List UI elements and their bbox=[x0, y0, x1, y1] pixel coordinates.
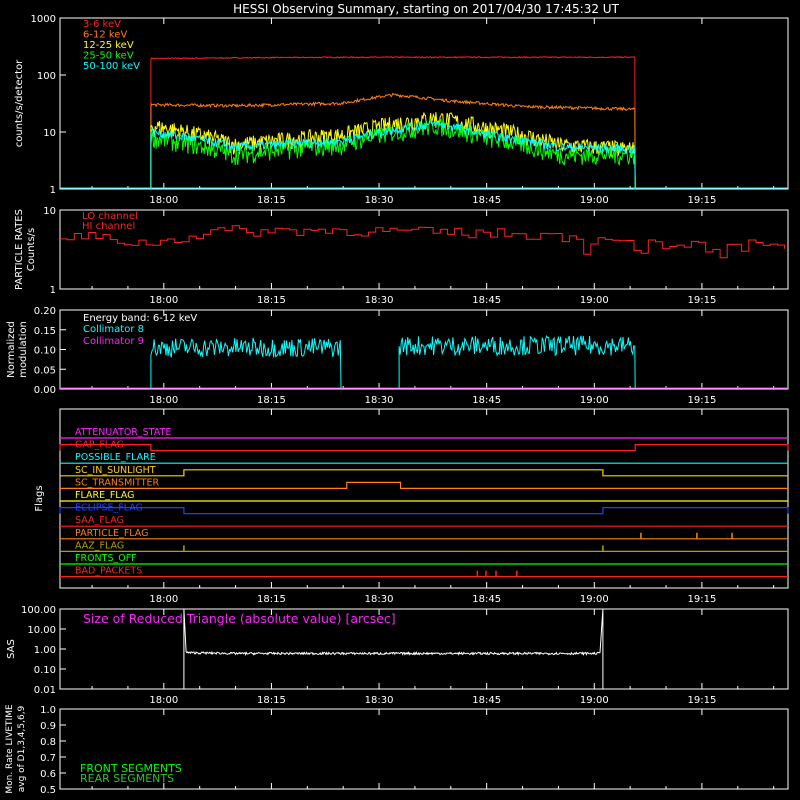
sas-panel-time-label: 18:00 bbox=[149, 695, 178, 706]
count-panel-y-tick-label: 1000 bbox=[31, 14, 56, 25]
count-legend-4: 50-100 keV bbox=[83, 61, 140, 72]
count-series-2 bbox=[150, 112, 636, 190]
modulation-panel-y-tick-label: 0.20 bbox=[34, 306, 56, 317]
count-legend-1: 6-12 keV bbox=[83, 30, 127, 41]
modulation-legend-1: Collimator 9 bbox=[83, 336, 144, 347]
sas-panel-y-tick-label: 0.10 bbox=[34, 665, 56, 676]
count-panel-time-label: 18:15 bbox=[257, 195, 286, 206]
observing-summary-figure: HESSI Observing Summary, starting on 201… bbox=[5, 2, 789, 796]
particle-panel-frame bbox=[59, 209, 789, 290]
flags-panel-time-label: 18:45 bbox=[472, 594, 501, 605]
count-panel-ylabel: counts/s/detector bbox=[14, 59, 25, 147]
modulation-panel-y-tick-label: 0.00 bbox=[34, 385, 56, 396]
figure-title: HESSI Observing Summary, starting on 201… bbox=[233, 2, 619, 16]
livetime-legend-1: REAR SEGMENTS bbox=[80, 772, 174, 785]
count-legend-2: 12-25 keV bbox=[83, 40, 134, 51]
modulation-panel-time-label: 19:15 bbox=[687, 395, 716, 406]
sas-ylabel: SAS bbox=[6, 639, 17, 659]
particle-series-lo bbox=[60, 225, 786, 259]
count-panel-time-label: 18:00 bbox=[149, 195, 178, 206]
sas-panel-time-label: 18:30 bbox=[365, 695, 394, 706]
particle-panel-time-label: 18:15 bbox=[257, 295, 286, 306]
livetime-panel-y-tick-label: 0.9 bbox=[40, 721, 56, 732]
plot-layer: 18:00 18:15 18:30 18:45 19:00 19:15 1 10 100 1000… bbox=[5, 14, 789, 796]
livetime-ylabel-1: Mon. Rate LIVETIME bbox=[5, 704, 15, 794]
sas-label: Size of Reduced Triangle (absolute value… bbox=[83, 611, 396, 626]
count-panel-y-tick-label: 100 bbox=[37, 71, 56, 82]
modulation-panel-y-tick-label: 0.05 bbox=[34, 365, 56, 376]
count-panel-y-tick-label: 10 bbox=[43, 128, 56, 139]
particle-panel-y-tick-label: 10 bbox=[43, 206, 56, 217]
modulation-panel-time-label: 18:00 bbox=[149, 395, 178, 406]
particle-legend-1: HI channel bbox=[82, 221, 135, 232]
particle-panel-time-label: 18:45 bbox=[472, 295, 501, 306]
modulation-panel-time-label: 18:15 bbox=[257, 395, 286, 406]
modulation-panel-time-label: 18:30 bbox=[365, 395, 394, 406]
flag-label-2: POSSIBLE_FLARE bbox=[75, 452, 156, 463]
sas-panel-y-tick-label: 1.00 bbox=[34, 645, 56, 656]
modulation-energy-band: Energy band: 6-12 keV bbox=[83, 313, 197, 324]
modulation-legend-0: Collimator 8 bbox=[83, 324, 144, 335]
flag-label-7: SAA_FLAG bbox=[75, 515, 124, 526]
flags-panel-time-label: 18:15 bbox=[257, 594, 286, 605]
modulation-panel-y-tick-label: 0.15 bbox=[34, 326, 56, 337]
particle-panel-time-label: 19:15 bbox=[687, 295, 716, 306]
sas-panel-time-label: 19:00 bbox=[580, 695, 609, 706]
flag-label-4: SC_TRANSMITTER bbox=[75, 477, 160, 488]
livetime-panel-y-tick-label: 0.7 bbox=[40, 753, 56, 764]
flags-ylabel: Flags bbox=[34, 485, 45, 511]
livetime-panel-y-tick-label: 0.6 bbox=[40, 769, 56, 780]
flags-panel-time-label: 18:00 bbox=[149, 594, 178, 605]
particle-panel-time-label: 18:30 bbox=[365, 295, 394, 306]
flag-line-3 bbox=[60, 469, 788, 477]
livetime-panel-y-tick-label: 1.0 bbox=[40, 705, 56, 716]
flag-label-10: FRONTS_OFF bbox=[75, 553, 137, 564]
particle-panel-y-tick-label: 1 bbox=[50, 285, 56, 296]
livetime-ylabel-2: avg of D1,3,4,5,6,9 bbox=[17, 705, 27, 792]
count-panel-time-label: 19:15 bbox=[687, 195, 716, 206]
flag-line-6 bbox=[59, 507, 789, 515]
flags-panel-time-label: 18:30 bbox=[365, 594, 394, 605]
flag-label-9: AAZ_FLAG bbox=[75, 540, 124, 551]
modulation-ylabel-1: Normalized bbox=[6, 321, 17, 378]
sas-panel-y-tick-label: 10.00 bbox=[27, 625, 56, 636]
count-panel-time-label: 18:45 bbox=[472, 195, 501, 206]
flag-label-11: BAD_PACKETS bbox=[75, 566, 142, 577]
flag-line-1 bbox=[59, 444, 789, 452]
count-panel-time-label: 19:00 bbox=[580, 195, 609, 206]
flag-label-3: SC_IN_SUNLIGHT bbox=[75, 465, 156, 476]
livetime-panel-y-tick-label: 0.5 bbox=[40, 785, 56, 796]
sas-panel-time-label: 19:15 bbox=[687, 695, 716, 706]
particle-panel-time-label: 18:00 bbox=[149, 295, 178, 306]
count-panel-frame bbox=[59, 17, 789, 190]
modulation-collimator8-seg-1 bbox=[398, 334, 636, 390]
modulation-panel-y-tick-label: 0.10 bbox=[34, 346, 56, 357]
flag-label-5: FLARE_FLAG bbox=[75, 490, 135, 501]
flags-panel-time-label: 19:00 bbox=[580, 594, 609, 605]
modulation-collimator8-seg-0 bbox=[150, 337, 342, 390]
modulation-ylabel-2: modulation bbox=[18, 321, 29, 378]
count-legend-0: 3-6 keV bbox=[83, 19, 121, 30]
count-series-4 bbox=[150, 119, 636, 190]
modulation-panel-time-label: 18:45 bbox=[472, 395, 501, 406]
sas-panel-time-label: 18:45 bbox=[472, 695, 501, 706]
flag-label-0: ATTENUATOR_STATE bbox=[75, 427, 171, 438]
flags-panel-time-label: 19:15 bbox=[687, 594, 716, 605]
particle-panel-time-label: 19:00 bbox=[580, 295, 609, 306]
flag-label-8: PARTICLE_FLAG bbox=[75, 528, 148, 539]
sas-panel-y-tick-label: 0.01 bbox=[34, 685, 56, 696]
sas-panel-time-label: 18:15 bbox=[257, 695, 286, 706]
modulation-panel-time-label: 19:00 bbox=[580, 395, 609, 406]
count-legend-3: 25-50 keV bbox=[83, 51, 134, 62]
livetime-panel-y-tick-label: 0.8 bbox=[40, 737, 56, 748]
flag-line-4 bbox=[60, 481, 788, 489]
sas-panel-y-tick-label: 100.00 bbox=[21, 605, 56, 616]
particle-panel-ylabel-1: PARTICLE RATES bbox=[14, 209, 25, 290]
count-panel-y-tick-label: 1 bbox=[50, 185, 56, 196]
particle-panel-ylabel-2: Counts/s bbox=[26, 228, 37, 272]
count-panel-time-label: 18:30 bbox=[365, 195, 394, 206]
